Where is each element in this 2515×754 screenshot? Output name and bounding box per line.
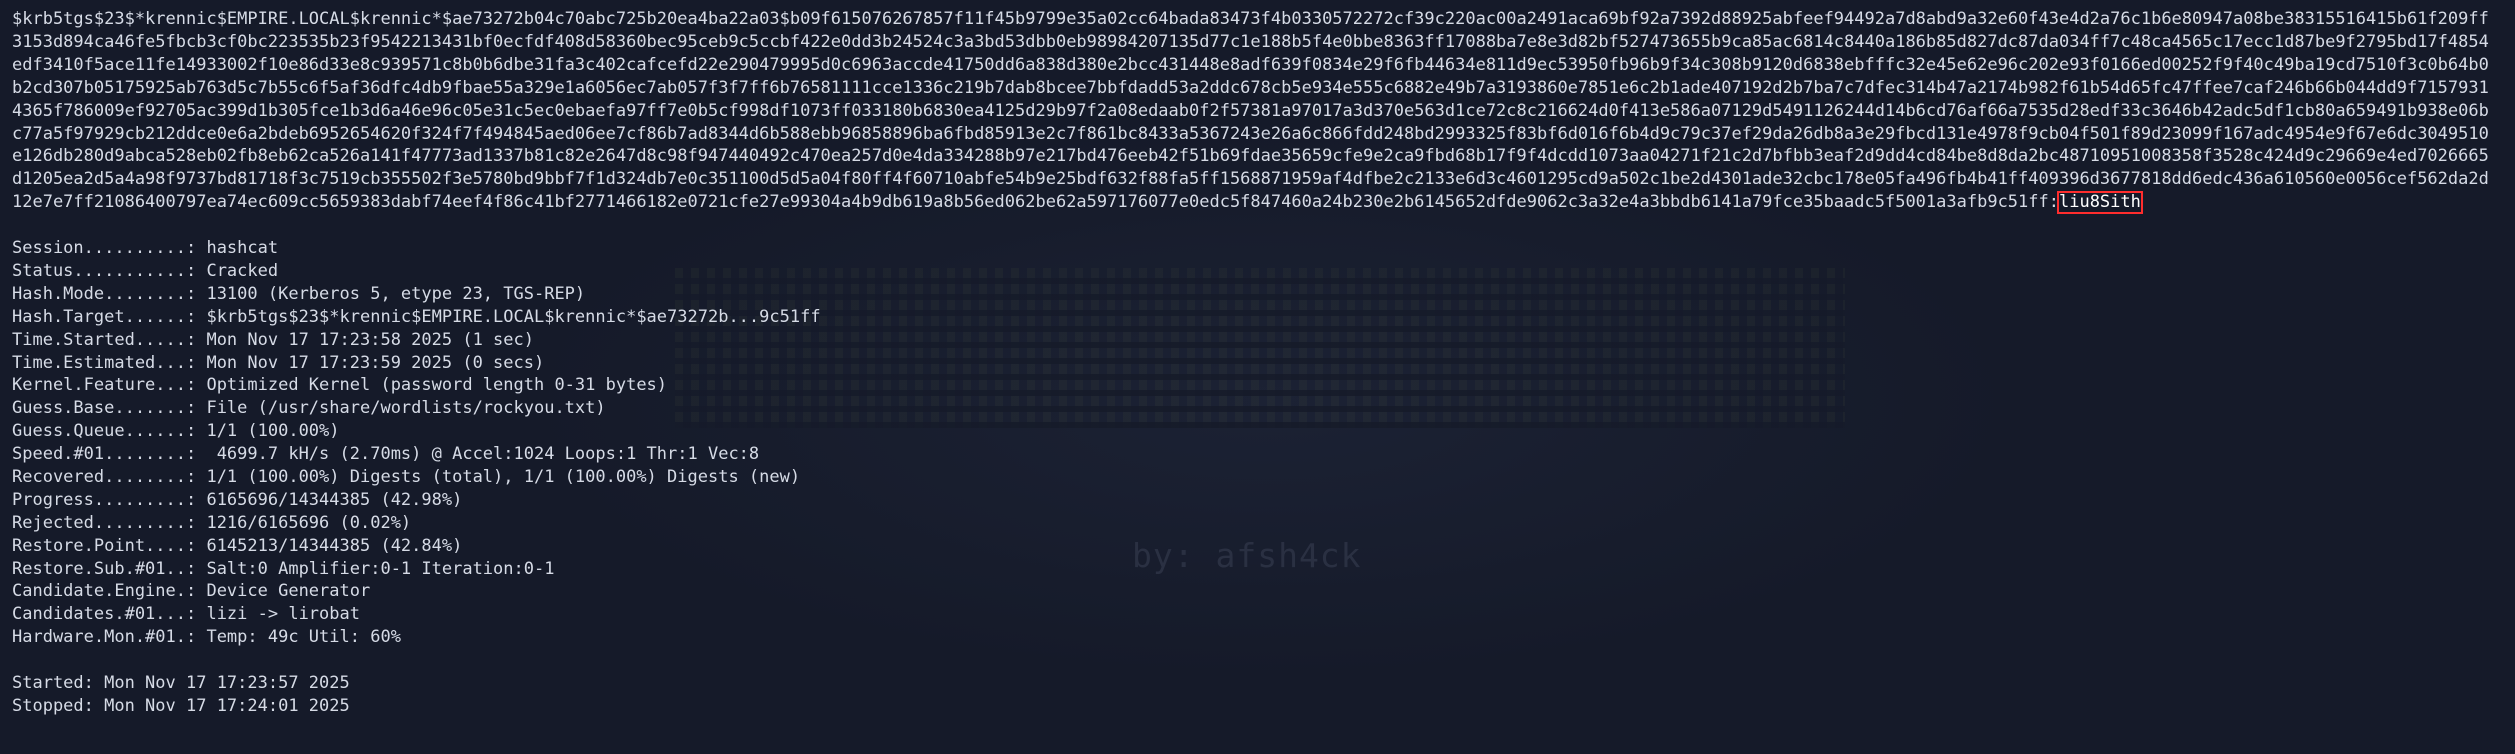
status-candidate-engine: Candidate.Engine.: Device Generator: [12, 581, 371, 602]
hashcat-status-block: Session..........: hashcat Status.......…: [12, 237, 2507, 649]
status-time-started: Time.Started.....: Mon Nov 17 17:23:58 2…: [12, 329, 534, 350]
terminal-output: $krb5tgs$23$*krennic$EMPIRE.LOCAL$krenni…: [12, 8, 2507, 718]
status-session: Session..........: hashcat: [12, 238, 279, 259]
terminal-window[interactable]: by: afsh4ck $krb5tgs$23$*krennic$EMPIRE.…: [0, 0, 2515, 754]
cracked-password-highlight: liu8Sith: [2056, 191, 2143, 215]
started-line: Started: Mon Nov 17 17:23:57 2025: [12, 672, 350, 693]
session-times: Started: Mon Nov 17 17:23:57 2025 Stoppe…: [12, 672, 2507, 718]
status-kernel-feature: Kernel.Feature...: Optimized Kernel (pas…: [12, 375, 668, 396]
status-hash-target: Hash.Target......: $krb5tgs$23$*krennic$…: [12, 306, 821, 327]
status-status: Status...........: Cracked: [12, 260, 279, 281]
status-candidates: Candidates.#01...: lizi -> lirobat: [12, 604, 360, 625]
cracked-hash-line: $krb5tgs$23$*krennic$EMPIRE.LOCAL$krenni…: [12, 8, 2492, 215]
status-recovered: Recovered........: 1/1 (100.00%) Digests…: [12, 466, 801, 487]
stopped-line: Stopped: Mon Nov 17 17:24:01 2025: [12, 695, 350, 716]
status-restore-sub: Restore.Sub.#01..: Salt:0 Amplifier:0-1 …: [12, 558, 555, 579]
status-speed: Speed.#01........: 4699.7 kH/s (2.70ms) …: [12, 444, 760, 465]
krb5tgs-hash: $krb5tgs$23$*krennic$EMPIRE.LOCAL$krenni…: [12, 9, 2489, 213]
status-guess-queue: Guess.Queue......: 1/1 (100.00%): [12, 421, 340, 442]
status-guess-base: Guess.Base.......: File (/usr/share/word…: [12, 398, 606, 419]
status-hash-mode: Hash.Mode........: 13100 (Kerberos 5, et…: [12, 283, 586, 304]
status-time-estimated: Time.Estimated...: Mon Nov 17 17:23:59 2…: [12, 352, 545, 373]
status-hardware-mon: Hardware.Mon.#01.: Temp: 49c Util: 60%: [12, 627, 401, 648]
status-progress: Progress.........: 6165696/14344385 (42.…: [12, 489, 463, 510]
status-rejected: Rejected.........: 1216/6165696 (0.02%): [12, 512, 412, 533]
status-restore-point: Restore.Point....: 6145213/14344385 (42.…: [12, 535, 463, 556]
